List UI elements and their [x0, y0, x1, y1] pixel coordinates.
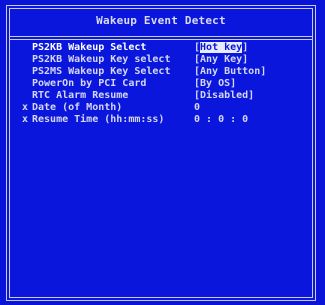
- selected-value[interactable]: Hot key: [200, 42, 243, 53]
- setting-label: PowerOn by PCI Card: [32, 78, 147, 89]
- setting-date-of-month: x Date (of Month) 0: [7, 102, 315, 114]
- setting-ps2ms-wakeup-key-select[interactable]: PS2MS Wakeup Key Select [Any Button]: [7, 66, 315, 78]
- setting-poweron-by-pci-card[interactable]: PowerOn by PCI Card [By OS]: [7, 78, 315, 90]
- setting-ps2kb-wakeup-key-select[interactable]: PS2KB Wakeup Key select [Any Key]: [7, 54, 315, 66]
- bios-screen: Wakeup Event Detect PS2KB Wakeup Select …: [0, 0, 325, 305]
- setting-resume-time: x Resume Time (hh:mm:ss) 0 : 0 : 0: [7, 114, 315, 126]
- setting-value[interactable]: [Any Key]: [194, 54, 248, 66]
- setting-value[interactable]: [Hot key]: [194, 42, 248, 54]
- setting-label: PS2KB Wakeup Select: [32, 42, 147, 53]
- setup-frame: Wakeup Event Detect PS2KB Wakeup Select …: [6, 5, 316, 301]
- setting-value: 0: [194, 102, 201, 113]
- setting-label: PS2KB Wakeup Key select: [32, 54, 171, 65]
- setting-ps2kb-wakeup-select[interactable]: PS2KB Wakeup Select [Hot key]: [7, 42, 315, 54]
- value-bracket-close: ]: [242, 42, 249, 53]
- setting-label: PS2MS Wakeup Key Select: [32, 66, 171, 77]
- setting-label: Date (of Month): [32, 102, 123, 113]
- setting-label: RTC Alarm Resume: [32, 90, 129, 101]
- setting-mark: x: [22, 114, 29, 125]
- setting-label: Resume Time (hh:mm:ss): [32, 114, 165, 125]
- title-divider: [10, 36, 312, 37]
- setting-mark: x: [22, 102, 29, 113]
- title-divider-double: [10, 39, 312, 40]
- settings-list: PS2KB Wakeup Select [Hot key] PS2KB Wake…: [7, 42, 315, 126]
- page-title: Wakeup Event Detect: [96, 14, 226, 27]
- setting-rtc-alarm-resume[interactable]: RTC Alarm Resume [Disabled]: [7, 90, 315, 102]
- setting-value[interactable]: [Disabled]: [194, 90, 254, 102]
- setting-value: 0 : 0 : 0: [194, 114, 249, 125]
- setting-value[interactable]: [By OS]: [194, 78, 236, 90]
- setting-value[interactable]: [Any Button]: [194, 66, 266, 78]
